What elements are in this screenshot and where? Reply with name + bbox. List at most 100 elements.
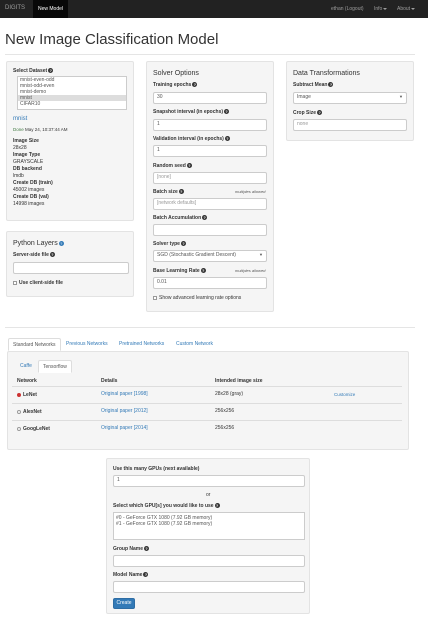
gpu-select-list[interactable]: #0 - GeForce GTX 1080 (7.92 GB memory) #… bbox=[113, 512, 305, 540]
batch-size-label: Batch size bbox=[153, 189, 178, 195]
network-radio[interactable] bbox=[17, 409, 21, 414]
lr-multiples-note: multiples allowed bbox=[235, 268, 266, 273]
help-icon[interactable]: ? bbox=[224, 136, 230, 142]
help-icon[interactable]: ? bbox=[144, 546, 150, 552]
help-icon[interactable]: ? bbox=[224, 109, 230, 115]
nav-new-model[interactable]: New Model bbox=[33, 0, 69, 18]
help-icon[interactable]: ? bbox=[58, 240, 64, 246]
advanced-lr-label: Show advanced learning rate options bbox=[159, 295, 242, 301]
chevron-down-icon bbox=[383, 7, 388, 10]
image-size-value: 28x28 bbox=[13, 145, 27, 151]
client-file-label: Use client-side file bbox=[19, 280, 63, 286]
paper-link[interactable]: Original paper [2012] bbox=[101, 408, 148, 414]
help-icon[interactable]: ? bbox=[49, 252, 55, 258]
tab-caffe[interactable]: Caffe bbox=[16, 360, 36, 373]
image-size-cell: 256x256 bbox=[215, 408, 235, 414]
or-text: or bbox=[206, 492, 211, 498]
tab-tensorflow[interactable]: Tensorflow bbox=[38, 360, 72, 373]
batch-size-input[interactable]: [network defaults] bbox=[153, 198, 267, 210]
create-button[interactable]: Create bbox=[113, 598, 135, 609]
tab-custom-network[interactable]: Custom Network bbox=[172, 338, 217, 351]
nav-info[interactable]: Info bbox=[374, 0, 388, 18]
create-train-label: Create DB (train) bbox=[13, 180, 53, 186]
brand-link[interactable]: DIGITS bbox=[5, 5, 25, 11]
validation-input[interactable]: 1 bbox=[153, 145, 267, 157]
image-size-label: Image Size bbox=[13, 138, 39, 144]
table-row[interactable]: LeNet Original paper [1998] 28x28 (gray)… bbox=[12, 386, 402, 402]
col-details: Details bbox=[101, 378, 118, 384]
group-name-input[interactable] bbox=[113, 555, 305, 567]
image-size-cell: 256x256 bbox=[215, 425, 235, 431]
crop-size-label: Crop Size bbox=[293, 110, 317, 116]
db-backend-value: lmdb bbox=[13, 173, 24, 179]
db-backend-label: DB backend bbox=[13, 166, 42, 172]
chevron-down-icon bbox=[411, 7, 416, 10]
image-type-value: GRAYSCALE bbox=[13, 159, 44, 165]
image-type-label: Image Type bbox=[13, 152, 41, 158]
transforms-title: Data Transformations bbox=[293, 70, 360, 77]
snapshot-input[interactable]: 1 bbox=[153, 119, 267, 131]
gpu-option[interactable]: #1 - GeForce GTX 1080 (7.92 GB memory) bbox=[114, 521, 304, 527]
batch-accum-label: Batch Accumulation bbox=[153, 215, 202, 221]
epochs-input[interactable]: 30 bbox=[153, 92, 267, 104]
help-icon[interactable]: ? bbox=[48, 68, 54, 74]
model-name-input[interactable] bbox=[113, 581, 305, 593]
subtract-mean-value: Image bbox=[297, 94, 311, 100]
python-layers-title: Python Layers bbox=[13, 240, 58, 247]
create-panel: Use this many GPUs (next available) 1 or… bbox=[106, 458, 310, 614]
gpu-select-label: Select which GPU[s] you would like to us… bbox=[113, 503, 214, 509]
customize-link[interactable]: Customize bbox=[334, 392, 355, 397]
nav-about[interactable]: About bbox=[397, 0, 416, 18]
help-icon[interactable]: ? bbox=[200, 268, 206, 274]
help-icon[interactable]: ? bbox=[178, 189, 184, 195]
help-icon[interactable]: ? bbox=[202, 215, 208, 221]
help-icon[interactable]: ? bbox=[328, 82, 334, 88]
table-row[interactable]: GoogLeNet Original paper [2014] 256x256 bbox=[12, 420, 402, 436]
tab-standard-networks[interactable]: Standard Networks bbox=[8, 338, 61, 351]
dataset-panel: Select Dataset? mnist-even-odd mnist-odd… bbox=[6, 61, 134, 221]
solver-type-label: Solver type bbox=[153, 241, 180, 247]
advanced-lr-checkbox[interactable] bbox=[153, 295, 157, 300]
nav-info-label: Info bbox=[374, 6, 383, 12]
help-icon[interactable]: ? bbox=[186, 163, 192, 169]
network-name: GoogLeNet bbox=[23, 426, 50, 432]
dataset-listbox[interactable]: mnist-even-odd mnist-odd-even mnist-demo… bbox=[17, 76, 127, 110]
divider bbox=[5, 54, 415, 55]
snapshot-label: Snapshot interval (in epochs) bbox=[153, 109, 224, 115]
table-row[interactable]: AlexNet Original paper [2012] 256x256 bbox=[12, 403, 402, 419]
dataset-link[interactable]: mnist bbox=[13, 116, 27, 122]
help-icon[interactable]: ? bbox=[180, 241, 186, 247]
seed-input[interactable]: [none] bbox=[153, 172, 267, 184]
create-train-value: 45002 images bbox=[13, 187, 45, 193]
server-file-input[interactable] bbox=[13, 262, 129, 274]
lr-input[interactable]: 0.01 bbox=[153, 277, 267, 289]
network-radio[interactable] bbox=[17, 426, 21, 431]
divider bbox=[5, 327, 415, 328]
chevron-down-icon: ▼ bbox=[259, 252, 263, 257]
paper-link[interactable]: Original paper [2014] bbox=[101, 425, 148, 431]
network-name: LeNet bbox=[23, 392, 37, 398]
dataset-label: Select Dataset bbox=[13, 68, 48, 74]
model-name-label: Model Name bbox=[113, 572, 143, 578]
dataset-option[interactable]: CIFAR10 bbox=[18, 101, 126, 107]
nav-about-label: About bbox=[397, 6, 411, 12]
transforms-panel: Data Transformations Subtract Mean? Imag… bbox=[286, 61, 414, 141]
subtract-mean-select[interactable]: Image ▼ bbox=[293, 92, 407, 104]
help-icon[interactable]: ? bbox=[214, 503, 220, 509]
tab-pretrained-networks[interactable]: Pretrained Networks bbox=[115, 338, 168, 351]
batch-accum-input[interactable] bbox=[153, 224, 267, 236]
col-image-size: Intended image size bbox=[215, 378, 263, 384]
help-icon[interactable]: ? bbox=[317, 110, 323, 116]
epochs-label: Training epochs bbox=[153, 82, 192, 88]
page-title: New Image Classification Model bbox=[5, 31, 219, 48]
solver-type-select[interactable]: SGD (Stochastic Gradient Descent) ▼ bbox=[153, 250, 267, 262]
tab-previous-networks[interactable]: Previous Networks bbox=[62, 338, 112, 351]
nav-user-logout[interactable]: ethan (Logout) bbox=[331, 0, 364, 18]
gpu-count-input[interactable]: 1 bbox=[113, 475, 305, 487]
help-icon[interactable]: ? bbox=[192, 82, 198, 88]
paper-link[interactable]: Original paper [1998] bbox=[101, 391, 148, 397]
crop-size-input[interactable]: none bbox=[293, 119, 407, 131]
client-file-checkbox[interactable] bbox=[13, 280, 17, 285]
network-radio-selected[interactable] bbox=[17, 392, 21, 397]
help-icon[interactable]: ? bbox=[143, 572, 149, 578]
